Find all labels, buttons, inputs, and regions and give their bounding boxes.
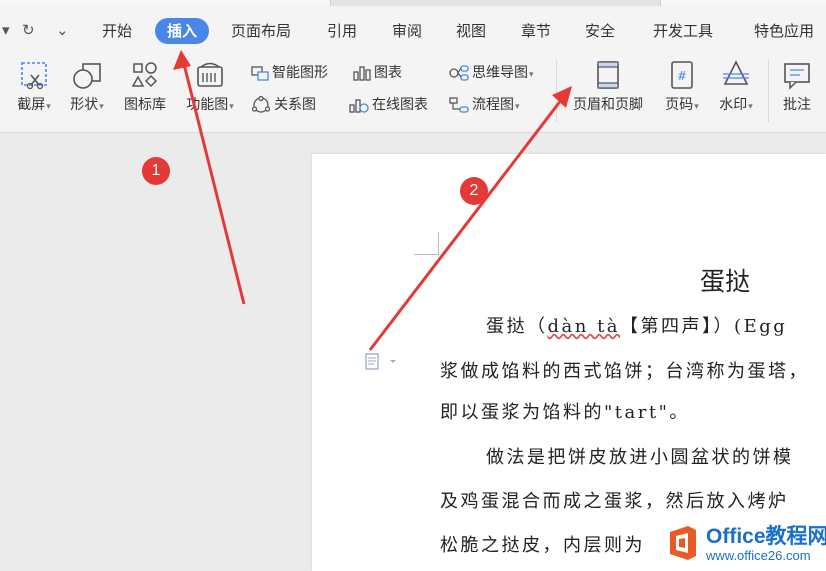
site-watermark-title: Office教程网	[706, 525, 826, 548]
arrow-1-shaft	[181, 59, 246, 305]
annotation-badge-1: 1	[142, 157, 170, 185]
arrow-2-head	[552, 86, 572, 108]
office-logo-icon	[670, 526, 696, 560]
annotation-arrows	[173, 50, 572, 351]
annotation-badge-2: 2	[460, 177, 488, 205]
site-watermark: Office教程网 www.office26.com	[666, 520, 826, 571]
arrow-2-shaft	[368, 94, 567, 351]
arrow-1-head	[173, 50, 191, 70]
site-watermark-url: www.office26.com	[706, 548, 811, 563]
